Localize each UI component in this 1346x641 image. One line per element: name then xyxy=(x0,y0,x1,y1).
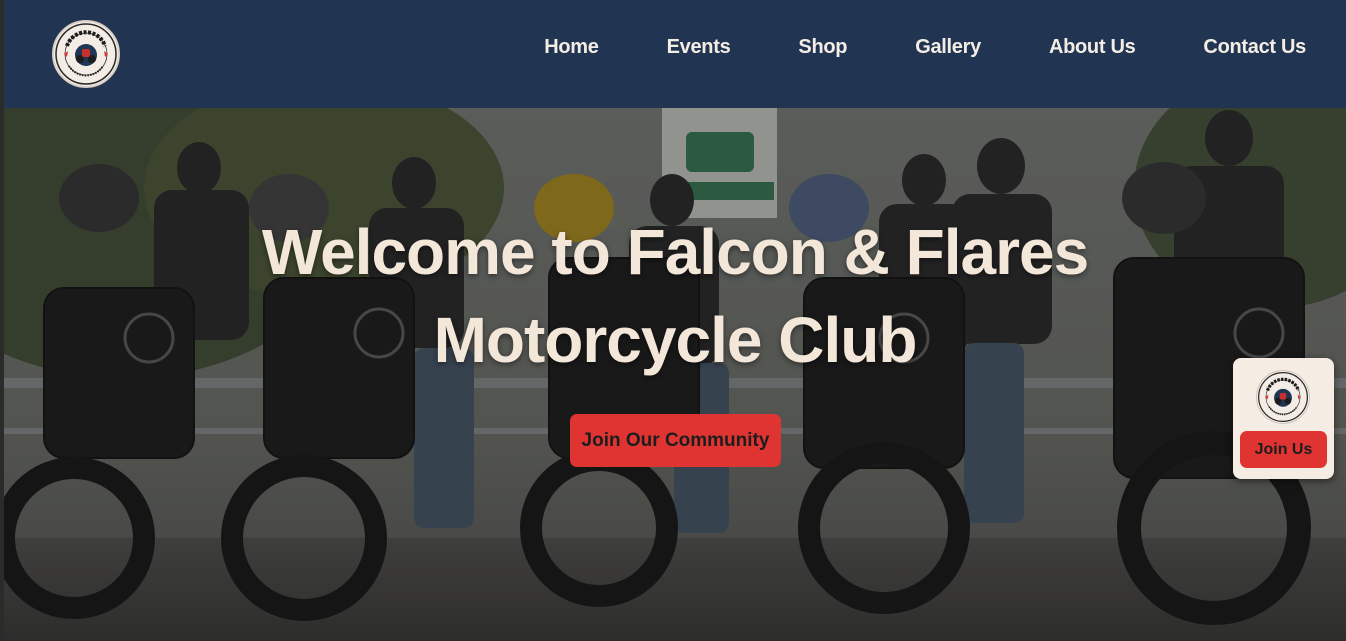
nav-contact-link[interactable]: Contact Us xyxy=(1203,36,1306,59)
hero-section: Welcome to Falcon & Flares Motorcycle Cl… xyxy=(4,108,1346,641)
floating-join-card: Join Us xyxy=(1233,358,1334,479)
browser-viewport: Home Events Shop Gallery About Us Contac… xyxy=(4,0,1346,641)
main-nav: Home Events Shop Gallery About Us Contac… xyxy=(544,36,1306,59)
hero-title: Welcome to Falcon & Flares Motorcycle Cl… xyxy=(4,208,1346,384)
floating-card-logo xyxy=(1256,370,1310,424)
hero-title-line-1: Welcome to Falcon & Flares xyxy=(261,216,1089,288)
site-logo[interactable] xyxy=(52,20,120,88)
site-header: Home Events Shop Gallery About Us Contac… xyxy=(4,0,1346,108)
nav-about-link[interactable]: About Us xyxy=(1049,36,1136,59)
hero-title-line-2: Motorcycle Club xyxy=(433,304,918,376)
falcon-and-flares-logo-icon xyxy=(55,23,117,85)
join-us-button[interactable]: Join Us xyxy=(1240,431,1327,468)
nav-gallery-link[interactable]: Gallery xyxy=(915,36,981,59)
join-our-community-button[interactable]: Join Our Community xyxy=(570,414,781,467)
nav-shop-link[interactable]: Shop xyxy=(798,36,847,59)
falcon-and-flares-logo-icon xyxy=(1258,372,1308,422)
nav-events-link[interactable]: Events xyxy=(667,36,731,59)
nav-home-link[interactable]: Home xyxy=(544,36,599,59)
